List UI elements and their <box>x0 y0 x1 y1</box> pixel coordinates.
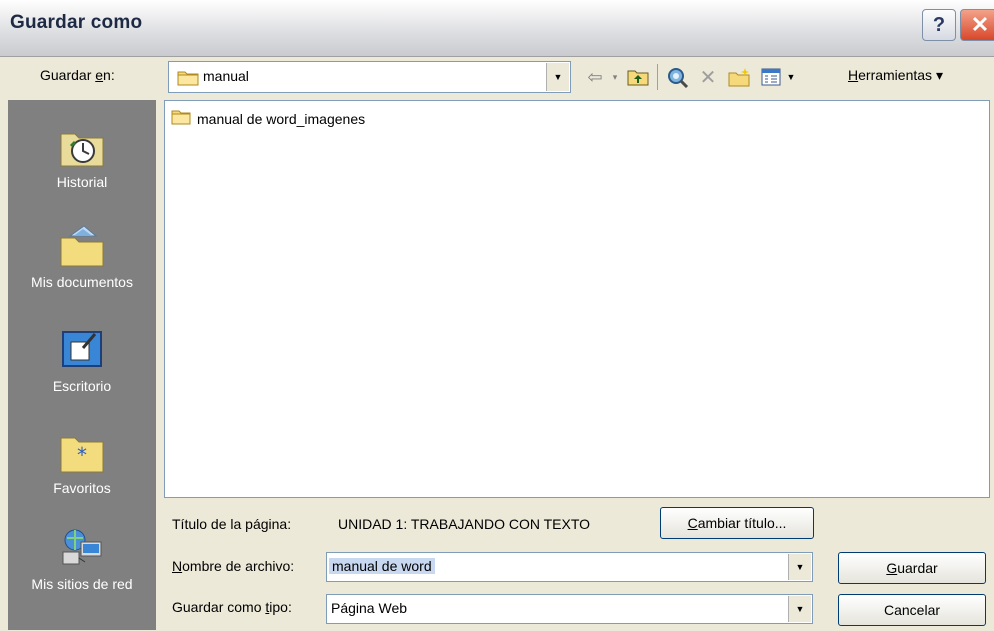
tools-menu-label: erramientas <box>858 67 933 83</box>
up-folder-icon[interactable] <box>624 64 652 90</box>
place-history[interactable]: Historial <box>8 122 156 190</box>
save-button-label: uardar <box>897 560 938 576</box>
filetype-label-pre: Guardar como <box>172 599 266 615</box>
toolbar-separator <box>657 64 658 90</box>
place-favorites[interactable]: * Favoritos <box>8 428 156 496</box>
filetype-select[interactable]: Página Web ▼ <box>326 594 813 624</box>
folder-icon <box>171 109 191 128</box>
place-network[interactable]: Mis sitios de red <box>8 524 156 592</box>
save-in-label: Guardar en: <box>40 67 115 83</box>
filename-value: manual de word <box>329 558 435 574</box>
place-label: Mis sitios de red <box>31 576 133 592</box>
save-in-label-post: n: <box>103 67 115 83</box>
place-label: Favoritos <box>53 480 111 496</box>
save-button[interactable]: Guardar <box>838 552 986 584</box>
change-title-label: ambiar título... <box>697 515 787 531</box>
history-icon <box>57 122 107 168</box>
filetype-value: Página Web <box>331 600 408 616</box>
back-icon[interactable]: ⇦ <box>582 64 608 90</box>
change-title-button[interactable]: Cambiar título... <box>660 507 814 539</box>
places-bar: Historial Mis documentos Escritorio * Fa… <box>8 100 156 630</box>
place-my-documents[interactable]: Mis documentos <box>8 222 156 290</box>
place-label: Escritorio <box>52 378 112 394</box>
back-dropdown-icon[interactable]: ▾ <box>608 64 622 90</box>
window-title: Guardar como <box>10 12 143 33</box>
chevron-down-icon[interactable]: ▼ <box>788 554 811 580</box>
favorites-icon: * <box>57 428 107 474</box>
change-title-accel: C <box>687 515 698 531</box>
filename-label-text: ombre de archivo: <box>182 558 295 574</box>
place-label: Historial <box>56 174 108 190</box>
list-item[interactable]: manual de word_imagenes <box>171 109 365 128</box>
page-title-label: Título de la página: <box>172 516 292 532</box>
chevron-down-icon[interactable]: ▼ <box>546 63 569 91</box>
save-button-accel: G <box>886 560 898 576</box>
close-button[interactable]: ✕ <box>960 9 994 41</box>
chevron-down-icon: ▾ <box>935 67 943 83</box>
filetype-label-post: ipo: <box>269 599 292 615</box>
folder-icon <box>177 69 199 89</box>
cancel-button[interactable]: Cancelar <box>838 594 986 626</box>
filename-label-accel: N <box>172 558 183 574</box>
new-folder-icon[interactable] <box>726 64 754 90</box>
page-title-value: UNIDAD 1: TRABAJANDO CON TEXTO <box>338 516 591 532</box>
search-web-icon[interactable] <box>664 64 692 90</box>
my-documents-icon <box>57 222 107 268</box>
tools-menu-accel: H <box>848 67 859 83</box>
file-name: manual de word_imagenes <box>197 110 366 127</box>
views-icon[interactable] <box>758 64 784 90</box>
save-in-combo[interactable]: manual ▼ <box>168 61 571 93</box>
views-dropdown-icon[interactable]: ▼ <box>784 64 798 90</box>
network-places-icon <box>57 524 107 570</box>
place-desktop[interactable]: Escritorio <box>8 326 156 394</box>
title-bar: Guardar como ? ✕ <box>0 0 994 57</box>
place-label: Mis documentos <box>31 274 133 290</box>
current-folder-value: manual <box>203 68 249 84</box>
save-in-label-accel: e <box>95 67 104 83</box>
filename-input[interactable]: manual de word ▼ <box>326 552 813 582</box>
tools-menu[interactable]: Herramientas ▾ <box>848 67 943 84</box>
filename-label: Nombre de archivo: <box>172 558 294 574</box>
help-button[interactable]: ? <box>922 9 956 41</box>
desktop-icon <box>57 326 107 372</box>
chevron-down-icon[interactable]: ▼ <box>788 596 811 622</box>
file-list[interactable]: manual de word_imagenes <box>164 100 990 498</box>
filetype-label: Guardar como tipo: <box>172 599 292 615</box>
svg-text:*: * <box>77 443 87 467</box>
delete-icon[interactable]: ✕ <box>696 64 720 90</box>
save-in-label-pre: Guardar <box>40 67 96 83</box>
